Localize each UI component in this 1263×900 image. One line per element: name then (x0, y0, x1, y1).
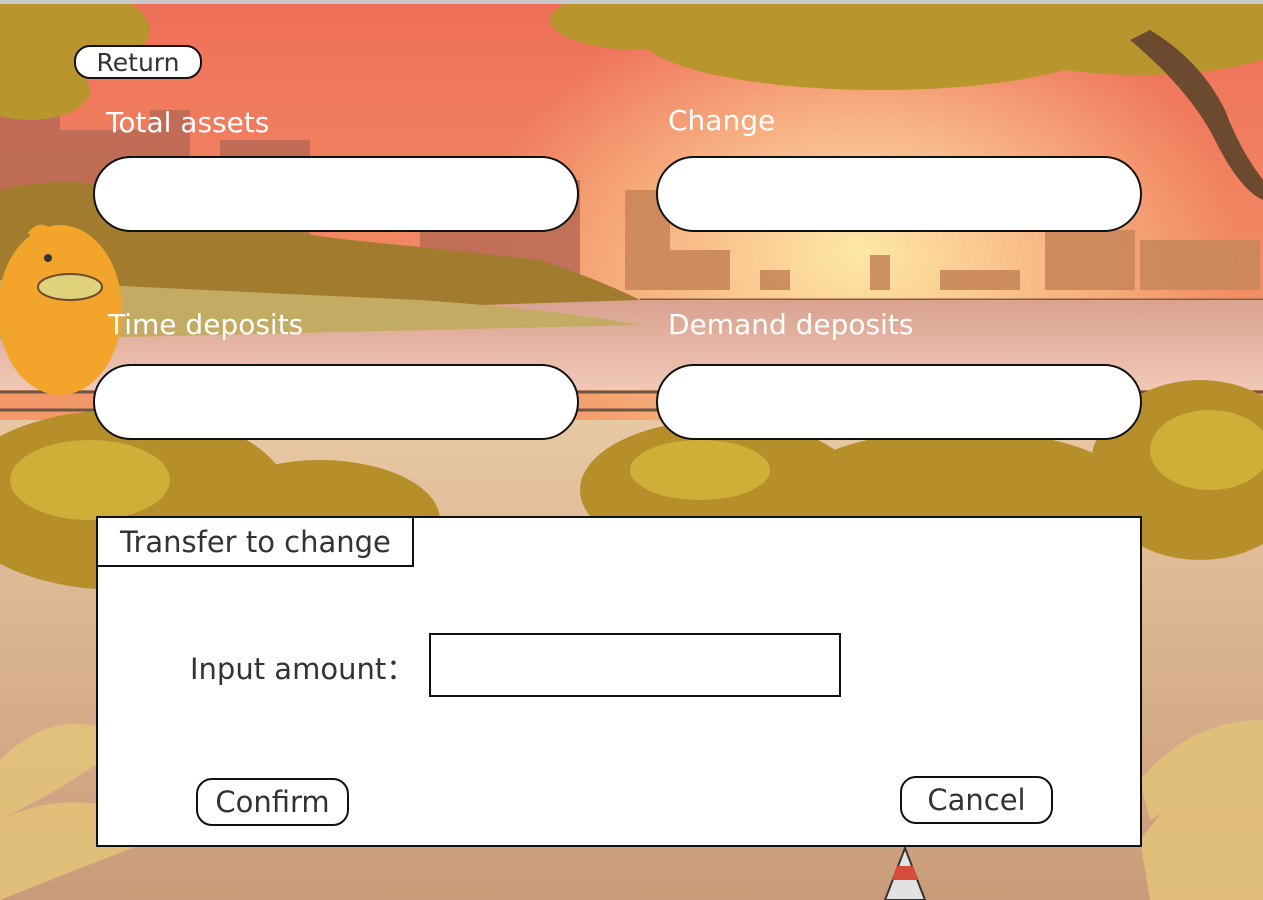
return-button[interactable]: Return (74, 45, 202, 79)
dialog-title: Transfer to change (98, 518, 414, 567)
amount-label: Input amount： (190, 652, 416, 686)
total-assets-label: Total assets (106, 106, 270, 139)
confirm-button[interactable]: Confirm (196, 778, 349, 826)
time-deposits-label: Time deposits (108, 308, 304, 341)
app-screen: Return Total assets Change Time deposits… (0, 0, 1263, 900)
time-deposits-field[interactable] (93, 364, 579, 440)
total-assets-field[interactable] (93, 156, 579, 232)
transfer-dialog: Transfer to change Input amount： Confirm… (96, 516, 1142, 847)
demand-deposits-label: Demand deposits (668, 308, 914, 341)
window-top-edge (0, 0, 1263, 4)
demand-deposits-field[interactable] (656, 364, 1142, 440)
change-field[interactable] (656, 156, 1142, 232)
amount-input[interactable] (429, 633, 841, 697)
cancel-button[interactable]: Cancel (900, 776, 1053, 824)
change-label: Change (668, 104, 776, 137)
